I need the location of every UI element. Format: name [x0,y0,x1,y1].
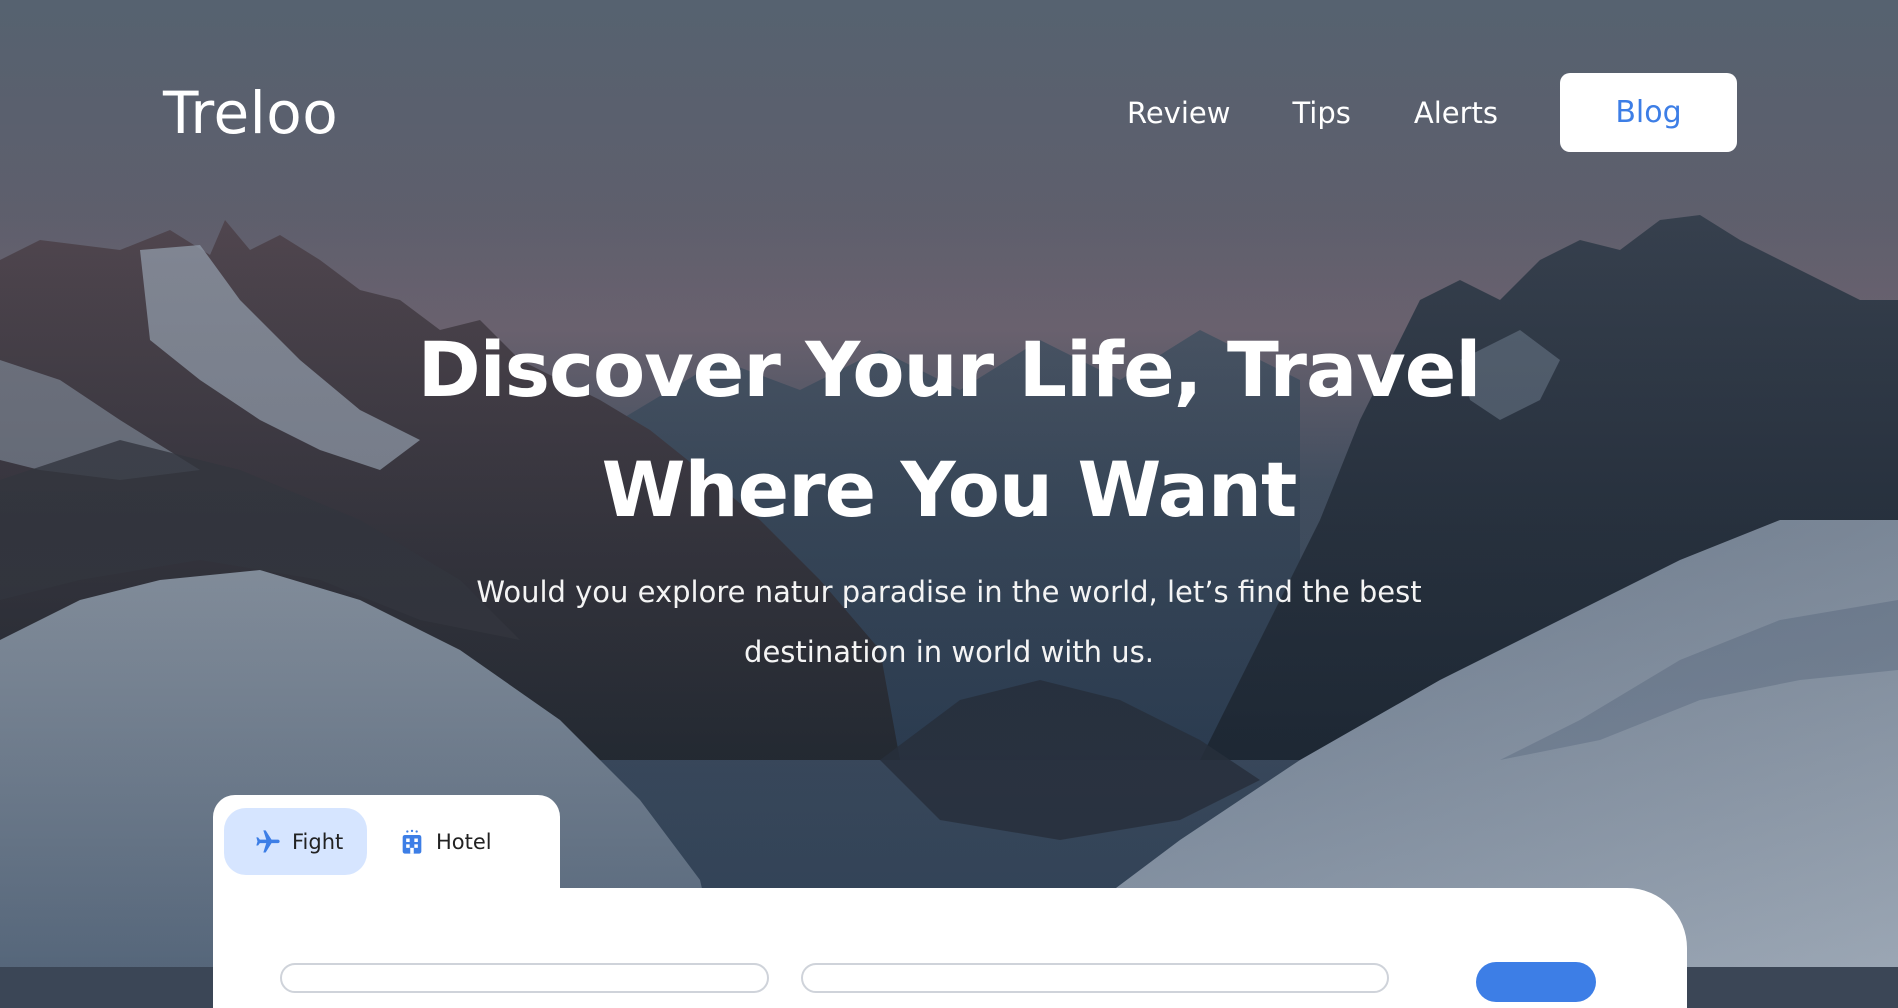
tab-flight-label: Fight [292,829,344,854]
search-card [213,888,1687,1008]
tab-hotel-label: Hotel [436,829,492,854]
hero-headline-line-1: Discover Your Life, Travel [417,325,1482,414]
search-button[interactable] [1476,962,1596,1002]
from-field[interactable] [280,963,769,993]
nav-link-alerts[interactable]: Alerts [1414,93,1498,133]
nav-link-tips[interactable]: Tips [1292,93,1350,133]
logo[interactable]: Treloo [163,78,338,148]
site-header: Treloo Review Tips Alerts Blog [0,0,1898,225]
hero-content: Discover Your Life, Travel Where You Wan… [0,310,1898,682]
tab-hotel[interactable]: Hotel [388,808,518,875]
tab-flight[interactable]: Fight [224,808,367,875]
main-nav: Review Tips Alerts Blog [1127,73,1737,152]
search-tabs: Fight Hotel [213,795,560,895]
hero-subheading: Would you explore natur paradise in the … [424,562,1474,682]
blog-button[interactable]: Blog [1560,73,1737,152]
hero-subheading-line-1: Would you explore natur paradise in the … [476,575,1422,609]
hero-subheading-line-2: destination in world with us. [744,635,1154,669]
airplane-icon [254,828,282,856]
hotel-icon [398,828,426,856]
to-field[interactable] [801,963,1389,993]
hero-headline-line-2: Where You Want [601,445,1298,534]
hero-headline: Discover Your Life, Travel Where You Wan… [349,310,1549,550]
nav-link-review[interactable]: Review [1127,93,1230,133]
